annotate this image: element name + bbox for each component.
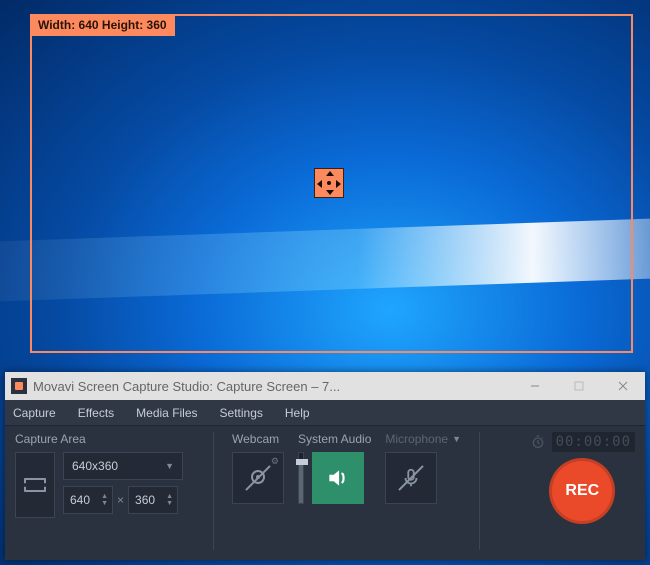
- app-icon: [11, 378, 27, 394]
- select-region-button[interactable]: [15, 452, 55, 518]
- webcam-label: Webcam: [232, 432, 284, 446]
- capture-area-label: Capture Area: [15, 432, 195, 446]
- menubar: Capture Effects Media Files Settings Hel…: [5, 400, 645, 426]
- close-button[interactable]: [601, 372, 645, 400]
- webcam-toggle[interactable]: ⚙: [232, 452, 284, 504]
- minimize-button[interactable]: [513, 372, 557, 400]
- resolution-preset-select[interactable]: 640x360 ▼: [63, 452, 183, 480]
- microphone-section: Microphone ▼: [385, 432, 461, 550]
- menu-effects[interactable]: Effects: [78, 406, 114, 420]
- record-section: 00:00:00 REC: [530, 432, 635, 550]
- maximize-button[interactable]: [557, 372, 601, 400]
- microphone-toggle[interactable]: [385, 452, 437, 504]
- menu-settings[interactable]: Settings: [220, 406, 263, 420]
- volume-thumb[interactable]: [296, 459, 308, 465]
- menu-help[interactable]: Help: [285, 406, 310, 420]
- chevron-down-icon: ▼: [452, 434, 461, 444]
- system-audio-label: System Audio: [298, 432, 371, 446]
- move-handle-icon[interactable]: [314, 168, 344, 198]
- controls-panel: Capture Area 640x360 ▼ 640 ▲▼: [5, 426, 645, 560]
- gear-icon[interactable]: ⚙: [271, 456, 279, 467]
- divider: [213, 432, 214, 550]
- timer-display: 00:00:00: [552, 432, 635, 452]
- record-button[interactable]: REC: [549, 458, 615, 524]
- times-icon: ×: [117, 493, 124, 507]
- height-stepper[interactable]: ▲▼: [166, 493, 173, 507]
- width-input[interactable]: 640 ▲▼: [63, 486, 113, 514]
- app-window: Movavi Screen Capture Studio: Capture Sc…: [5, 372, 645, 560]
- width-value: 640: [70, 493, 90, 507]
- menu-media-files[interactable]: Media Files: [136, 406, 197, 420]
- width-stepper[interactable]: ▲▼: [101, 493, 108, 507]
- wallpaper-light: [0, 219, 650, 302]
- window-title: Movavi Screen Capture Studio: Capture Sc…: [33, 379, 513, 394]
- height-input[interactable]: 360 ▲▼: [128, 486, 178, 514]
- resolution-preset-value: 640x360: [72, 459, 118, 473]
- height-value: 360: [135, 493, 155, 507]
- divider: [479, 432, 480, 550]
- chevron-down-icon: ▼: [165, 461, 174, 471]
- system-audio-volume-slider[interactable]: [298, 452, 304, 504]
- clock-icon[interactable]: [530, 434, 546, 450]
- system-audio-section: System Audio: [298, 432, 371, 550]
- volume-fill: [299, 464, 303, 503]
- region-icon: [24, 478, 46, 492]
- capture-area-section: Capture Area 640x360 ▼ 640 ▲▼: [15, 432, 195, 550]
- system-audio-toggle[interactable]: [312, 452, 364, 504]
- webcam-section: Webcam ⚙: [232, 432, 284, 550]
- menu-capture[interactable]: Capture: [13, 406, 56, 420]
- microphone-label[interactable]: Microphone ▼: [385, 432, 461, 446]
- record-label: REC: [565, 482, 599, 500]
- desktop-background: Width: 640 Height: 360 Movavi Screen Cap…: [0, 0, 650, 565]
- titlebar[interactable]: Movavi Screen Capture Studio: Capture Sc…: [5, 372, 645, 400]
- speaker-icon: [325, 465, 351, 491]
- capture-dimensions-label: Width: 640 Height: 360: [30, 14, 175, 36]
